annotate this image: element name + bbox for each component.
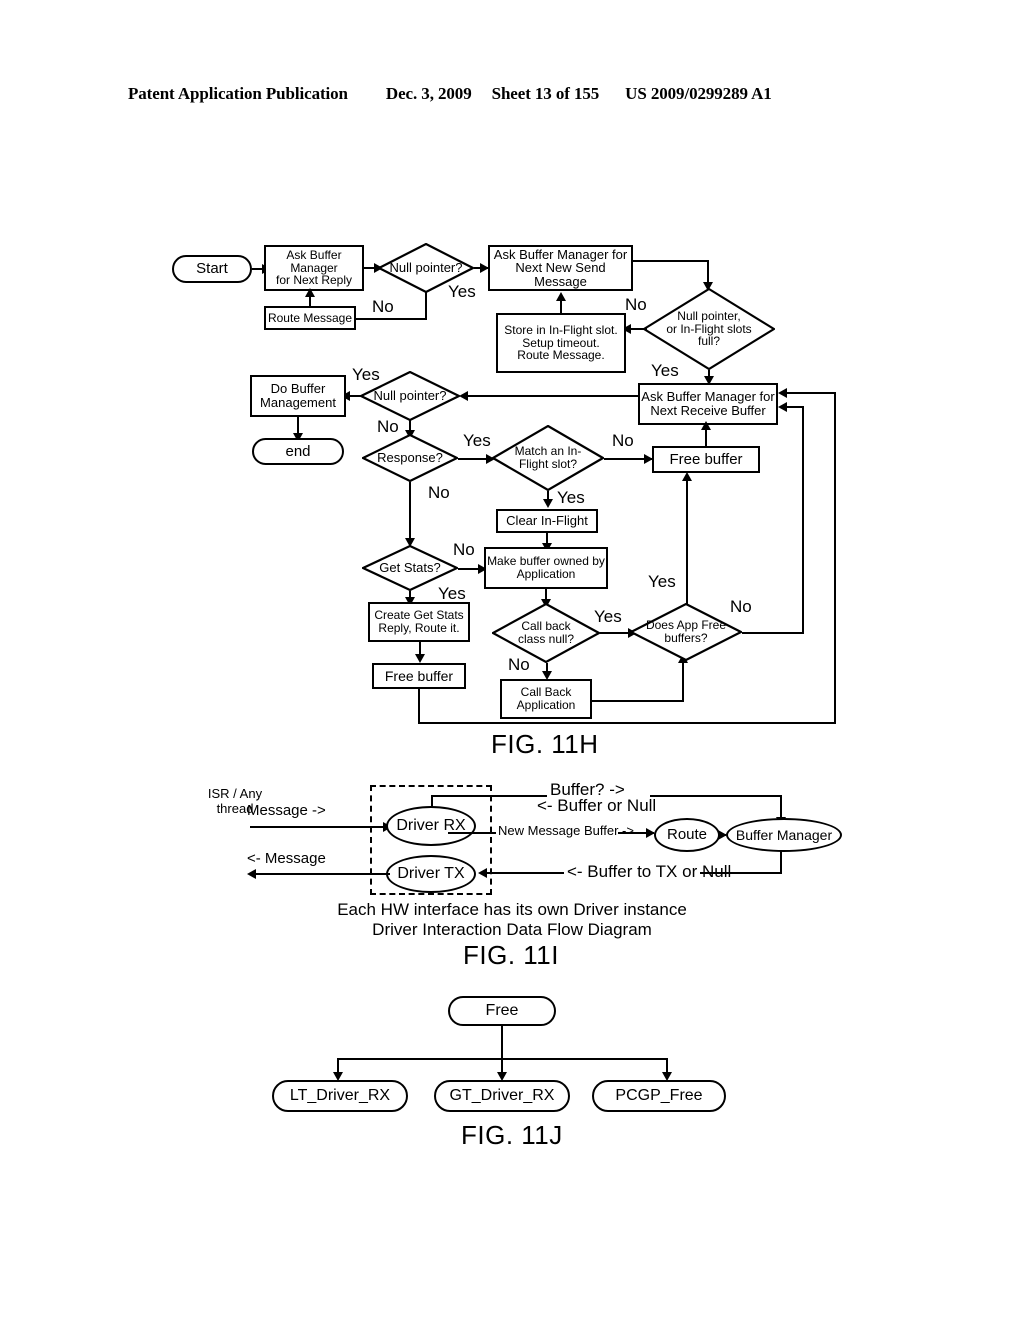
node-lt-driver-rx: LT_Driver_RX: [272, 1080, 408, 1112]
node-lt-driver-rx-label: LT_Driver_RX: [289, 1086, 391, 1104]
node-free: Free: [448, 996, 556, 1026]
patent-page: Patent Application Publication Dec. 3, 2…: [0, 0, 1024, 1320]
figure-11j: Free LT_Driver_RX GT_Driver_RX PCGP_Free…: [0, 0, 1024, 1320]
figure-11j-caption: FIG. 11J: [461, 1120, 563, 1150]
node-pcgp-free: PCGP_Free: [592, 1080, 726, 1112]
node-pcgp-free-label: PCGP_Free: [615, 1086, 703, 1104]
edge-free-trunk: [501, 1026, 503, 1060]
node-gt-driver-rx-label: GT_Driver_RX: [449, 1086, 555, 1104]
node-gt-driver-rx: GT_Driver_RX: [434, 1080, 570, 1112]
node-free-label: Free: [485, 1001, 519, 1019]
